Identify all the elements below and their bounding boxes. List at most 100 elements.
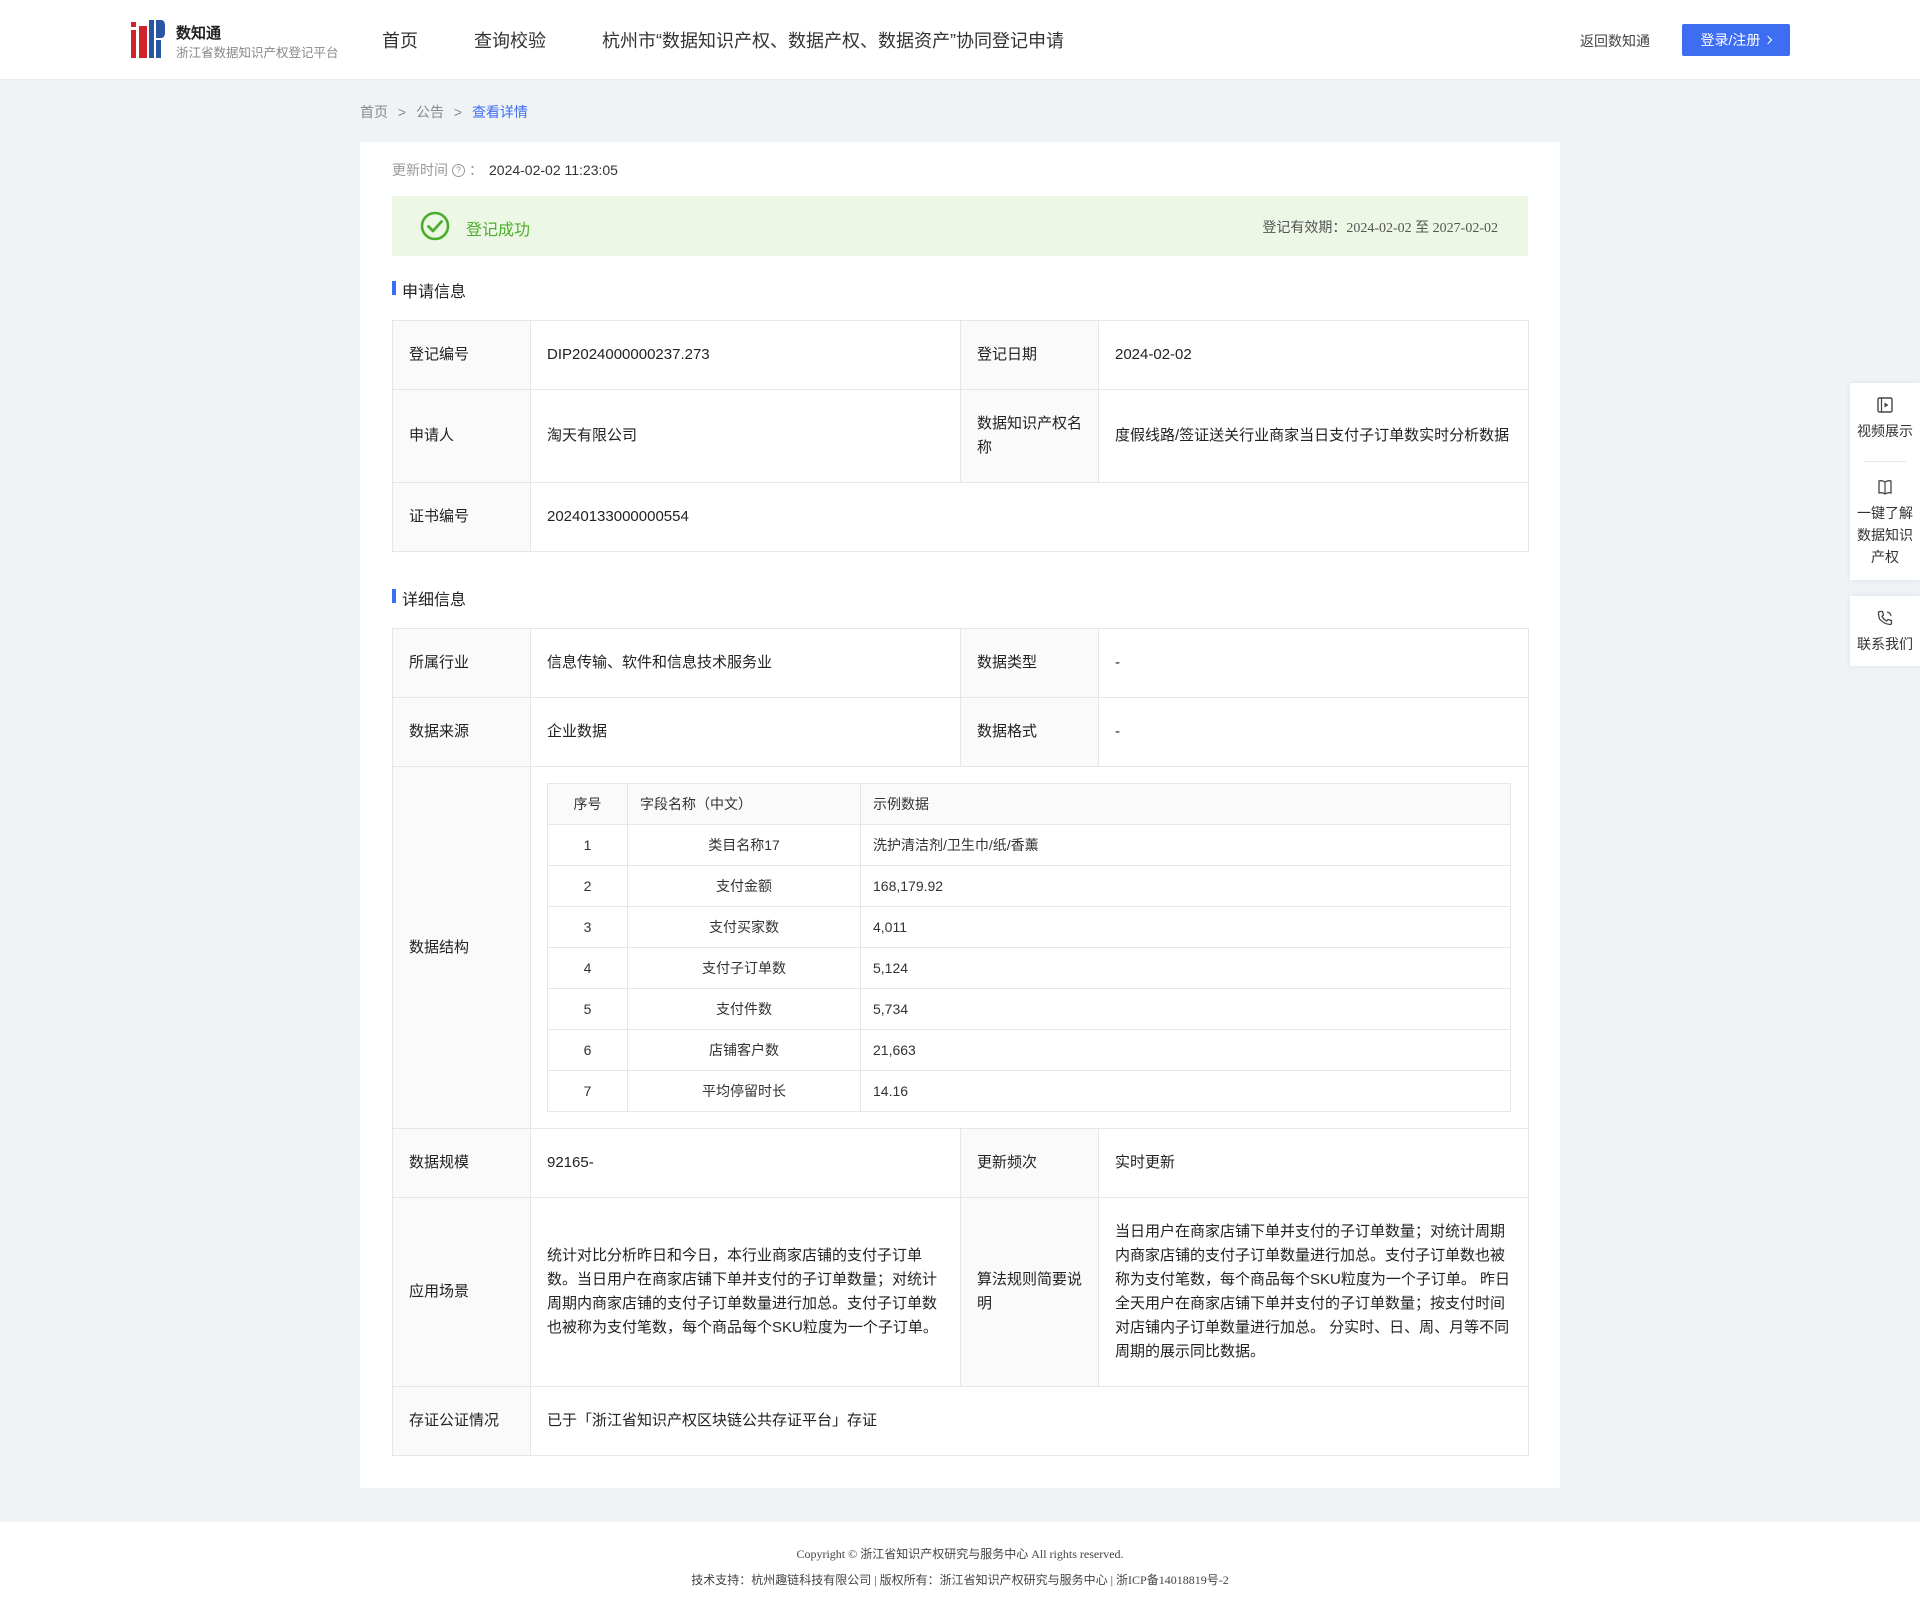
main-nav: 首页 查询校验 杭州市“数据知识产权、数据产权、数据资产”协同登记申请 bbox=[382, 0, 1120, 80]
col-header-index: 序号 bbox=[547, 783, 628, 825]
reg-date-value: 2024-02-02 bbox=[1098, 320, 1529, 390]
row-index: 4 bbox=[547, 947, 628, 989]
row-field-name: 支付子订单数 bbox=[627, 947, 861, 989]
table-row: 6 店铺客户数 21,663 bbox=[547, 1029, 1511, 1071]
notary-label: 存证公证情况 bbox=[392, 1386, 531, 1456]
section-title-apply: 申请信息 bbox=[392, 278, 466, 302]
section-title-detail: 详细信息 bbox=[392, 586, 466, 610]
table-row: 应用场景 统计对比分析昨日和今日，本行业商家店铺的支付子订单数。当日用户在商家店… bbox=[392, 1197, 1529, 1387]
source-label: 数据来源 bbox=[392, 697, 531, 767]
breadcrumb-home[interactable]: 首页 bbox=[360, 104, 388, 120]
row-field-name: 支付金额 bbox=[627, 865, 861, 907]
detail-card: 更新时间 ? ： 2024-02-02 11:23:05 登记成功 登记有效期：… bbox=[360, 142, 1560, 1488]
update-time-row: 更新时间 ? ： 2024-02-02 11:23:05 bbox=[392, 160, 618, 180]
update-time-colon: ： bbox=[469, 162, 483, 178]
reg-no-value: DIP2024000000237.273 bbox=[530, 320, 961, 390]
row-sample: 洗护清洁剂/卫生巾/纸/香薰 bbox=[860, 824, 1511, 866]
book-icon bbox=[1878, 480, 1892, 495]
structure-header-row: 序号 字段名称（中文） 示例数据 bbox=[547, 783, 1511, 825]
table-row: 7 平均停留时长 14.16 bbox=[547, 1070, 1511, 1112]
applicant-label: 申请人 bbox=[392, 389, 531, 483]
row-index: 3 bbox=[547, 906, 628, 948]
contact-us-item[interactable]: 联系我们 bbox=[1850, 596, 1920, 655]
format-value: - bbox=[1098, 697, 1529, 767]
cert-no-value: 20240133000000554 bbox=[530, 482, 1529, 552]
industry-label: 所属行业 bbox=[392, 628, 531, 698]
table-row: 数据规模 92165- 更新频次 实时更新 bbox=[392, 1128, 1529, 1198]
row-field-name: 支付买家数 bbox=[627, 906, 861, 948]
site-logo[interactable]: 数知通 浙江省数据知识产权登记平台 bbox=[131, 20, 341, 60]
apply-info-table: 登记编号 DIP2024000000237.273 登记日期 2024-02-0… bbox=[392, 320, 1529, 552]
table-row: 数据结构 序号 字段名称（中文） 示例数据 1 类目名称17 洗护清洁剂/卫生巾… bbox=[392, 766, 1529, 1129]
side-panel-top: 视频展示 一键了解 数据知识 产权 bbox=[1850, 383, 1920, 580]
table-row: 所属行业 信息传输、软件和信息技术服务业 数据类型 - bbox=[392, 628, 1529, 698]
breadcrumb-current: 查看详情 bbox=[471, 104, 528, 120]
breadcrumb-notice[interactable]: 公告 bbox=[416, 104, 444, 120]
top-header: 数知通 浙江省数据知识产权登记平台 首页 查询校验 杭州市“数据知识产权、数据产… bbox=[0, 0, 1920, 80]
notary-value: 已于「浙江省知识产权区块链公共存证平台」存证 bbox=[530, 1386, 1529, 1456]
table-row: 2 支付金额 168,179.92 bbox=[547, 865, 1511, 907]
logo-title: 数知通 bbox=[176, 25, 222, 42]
table-row: 申请人 淘天有限公司 数据知识产权名称 度假线路/签证送关行业商家当日支付子订单… bbox=[392, 389, 1529, 483]
video-icon bbox=[1877, 397, 1893, 413]
reg-date-label: 登记日期 bbox=[960, 320, 1099, 390]
row-sample: 4,011 bbox=[860, 906, 1511, 948]
logo-subtitle: 浙江省数据知识产权登记平台 bbox=[176, 46, 339, 60]
table-row: 数据来源 企业数据 数据格式 - bbox=[392, 697, 1529, 767]
row-field-name: 类目名称17 bbox=[627, 824, 861, 866]
learn-ip-label-line2: 数据知识 bbox=[1857, 527, 1913, 543]
cert-no-label: 证书编号 bbox=[392, 482, 531, 552]
login-register-label: 登录/注册 bbox=[1700, 32, 1761, 48]
algorithm-value: 当日用户在商家店铺下单并支付的子订单数量；对统计周期内商家店铺的支付子订单数量进… bbox=[1098, 1197, 1529, 1387]
data-type-label: 数据类型 bbox=[960, 628, 1099, 698]
table-row: 存证公证情况 已于「浙江省知识产权区块链公共存证平台」存证 bbox=[392, 1386, 1529, 1456]
contact-us-label: 联系我们 bbox=[1857, 636, 1913, 652]
login-register-button[interactable]: 登录/注册 bbox=[1682, 24, 1790, 56]
scale-label: 数据规模 bbox=[392, 1128, 531, 1198]
frequency-label: 更新频次 bbox=[960, 1128, 1099, 1198]
table-row: 4 支付子订单数 5,124 bbox=[547, 947, 1511, 989]
row-field-name: 平均停留时长 bbox=[627, 1070, 861, 1112]
question-icon[interactable]: ? bbox=[452, 163, 465, 177]
check-circle-icon bbox=[420, 211, 450, 241]
footer-copyright: Copyright © 浙江省知识产权研究与服务中心 All rights re… bbox=[796, 1547, 1124, 1561]
row-index: 1 bbox=[547, 824, 628, 866]
status-banner: 登记成功 登记有效期：2024-02-02 至 2027-02-02 bbox=[392, 196, 1528, 256]
footer-support: 技术支持：杭州趣链科技有限公司 | 版权所有：浙江省知识产权研究与服务中心 | … bbox=[691, 1573, 1229, 1587]
structure-label: 数据结构 bbox=[392, 766, 531, 1129]
scenario-value: 统计对比分析昨日和今日，本行业商家店铺的支付子订单数。当日用户在商家店铺下单并支… bbox=[530, 1197, 961, 1387]
applicant-value: 淘天有限公司 bbox=[530, 389, 961, 483]
update-time-label: 更新时间 bbox=[392, 162, 448, 178]
row-sample: 5,734 bbox=[860, 988, 1511, 1030]
reg-no-label: 登记编号 bbox=[392, 320, 531, 390]
nav-hangzhou-registration[interactable]: 杭州市“数据知识产权、数据产权、数据资产”协同登记申请 bbox=[602, 27, 1064, 53]
row-index: 2 bbox=[547, 865, 628, 907]
learn-ip-item[interactable]: 一键了解 数据知识 产权 bbox=[1850, 462, 1920, 568]
phone-icon bbox=[1877, 610, 1893, 626]
row-sample: 168,179.92 bbox=[860, 865, 1511, 907]
industry-value: 信息传输、软件和信息技术服务业 bbox=[530, 628, 961, 698]
detail-info-table: 所属行业 信息传输、软件和信息技术服务业 数据类型 - 数据来源 企业数据 数据… bbox=[392, 628, 1529, 1456]
learn-ip-label-line3: 产权 bbox=[1871, 549, 1899, 565]
format-label: 数据格式 bbox=[960, 697, 1099, 767]
return-link[interactable]: 返回数知通 bbox=[1580, 31, 1650, 51]
video-display-item[interactable]: 视频展示 bbox=[1850, 383, 1920, 461]
breadcrumb-separator: > bbox=[397, 104, 407, 120]
row-sample: 14.16 bbox=[860, 1070, 1511, 1112]
table-row: 1 类目名称17 洗护清洁剂/卫生巾/纸/香薰 bbox=[547, 824, 1511, 866]
ip-name-value: 度假线路/签证送关行业商家当日支付子订单数实时分析数据 bbox=[1098, 389, 1529, 483]
table-row: 5 支付件数 5,734 bbox=[547, 988, 1511, 1030]
update-time-value: 2024-02-02 11:23:05 bbox=[489, 162, 618, 178]
data-type-value: - bbox=[1098, 628, 1529, 698]
table-row: 3 支付买家数 4,011 bbox=[547, 906, 1511, 948]
ip-name-label: 数据知识产权名称 bbox=[960, 389, 1099, 483]
nav-home[interactable]: 首页 bbox=[382, 27, 418, 53]
row-index: 7 bbox=[547, 1070, 628, 1112]
nav-query-verify[interactable]: 查询校验 bbox=[474, 27, 546, 53]
source-value: 企业数据 bbox=[530, 697, 961, 767]
validity-period: 登记有效期：2024-02-02 至 2027-02-02 bbox=[1262, 221, 1498, 236]
row-sample: 21,663 bbox=[860, 1029, 1511, 1071]
learn-ip-label-line1: 一键了解 bbox=[1857, 505, 1913, 521]
structure-cell: 序号 字段名称（中文） 示例数据 1 类目名称17 洗护清洁剂/卫生巾/纸/香薰… bbox=[530, 766, 1529, 1129]
scenario-label: 应用场景 bbox=[392, 1197, 531, 1387]
